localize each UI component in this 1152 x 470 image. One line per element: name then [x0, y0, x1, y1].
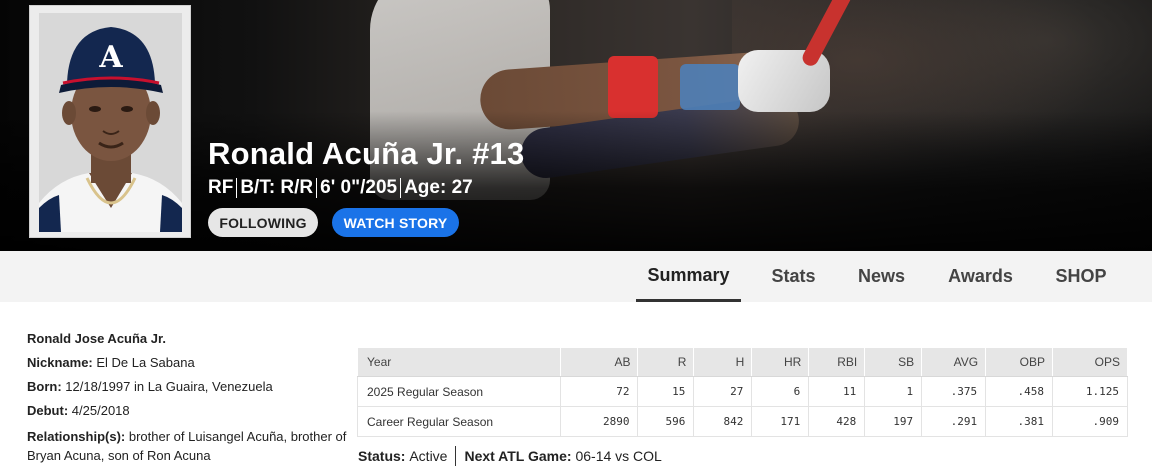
- table-header-row: Year AB R H HR RBI SB AVG OBP OPS: [357, 347, 1128, 377]
- player-nav-tabs: Summary Stats News Awards SHOP: [0, 251, 1152, 302]
- column-header-r: R: [637, 347, 695, 377]
- stats-summary-table: Year AB R H HR RBI SB AVG OBP OPS 2025 R…: [357, 347, 1128, 437]
- bio-divider: [400, 178, 402, 198]
- cell-sb: 197: [864, 406, 923, 437]
- cap-logo-letter: A: [98, 40, 123, 75]
- column-header-sb: SB: [864, 347, 923, 377]
- cell-rbi: 428: [808, 406, 866, 437]
- info-relationships: Relationship(s): brother of Luisangel Ac…: [27, 429, 347, 463]
- player-position: RF: [208, 177, 234, 198]
- cell-h: 27: [693, 376, 753, 407]
- player-personal-info: Ronald Jose Acuña Jr. Nickname: El De La…: [27, 331, 347, 465]
- player-hero-banner: A Ronald Acuña Jr. #13 RF B/T: R/R 6' 0"…: [0, 0, 1152, 251]
- cell-ab: 72: [559, 376, 639, 407]
- following-button[interactable]: FOLLOWING: [208, 208, 318, 237]
- player-height-weight: 6' 0"/205: [320, 177, 398, 198]
- column-header-obp: OBP: [985, 347, 1054, 377]
- tab-shop[interactable]: SHOP: [1046, 251, 1116, 302]
- info-nickname: Nickname: El De La Sabana: [27, 355, 195, 370]
- cell-ops: .909: [1052, 406, 1128, 437]
- status-divider: [455, 446, 457, 466]
- column-header-ab: AB: [559, 347, 639, 377]
- column-header-ops: OPS: [1052, 347, 1128, 377]
- bio-divider: [316, 178, 318, 198]
- cell-avg: .375: [921, 376, 987, 407]
- player-headshot-image: A: [39, 13, 182, 232]
- cell-r: 596: [637, 406, 695, 437]
- tab-news[interactable]: News: [848, 251, 915, 302]
- cell-hr: 171: [751, 406, 810, 437]
- cell-ab: 2890: [559, 406, 639, 437]
- info-born: Born: 12/18/1997 in La Guaira, Venezuela: [27, 379, 273, 394]
- cell-rbi: 11: [808, 376, 866, 407]
- player-headshot: A: [39, 13, 182, 232]
- column-header-hr: HR: [751, 347, 810, 377]
- cell-avg: .291: [921, 406, 987, 437]
- info-full-name: Ronald Jose Acuña Jr.: [27, 331, 166, 346]
- status-label: Status:: [358, 448, 406, 464]
- player-name: Ronald Acuña Jr. #13: [208, 136, 525, 171]
- cell-season: 2025 Regular Season: [357, 376, 561, 407]
- table-row: Career Regular Season 2890 596 842 171 4…: [357, 406, 1128, 437]
- cell-ops: 1.125: [1052, 376, 1128, 407]
- player-status-line: Status: Active Next ATL Game: 06-14 vs C…: [358, 446, 662, 466]
- column-header-year: Year: [357, 347, 561, 377]
- cell-obp: .458: [985, 376, 1054, 407]
- cell-season: Career Regular Season: [357, 406, 561, 437]
- tab-summary[interactable]: Summary: [636, 251, 741, 302]
- next-game-value[interactable]: 06-14 vs COL: [575, 448, 661, 464]
- column-header-rbi: RBI: [808, 347, 866, 377]
- hero-wristband: [608, 56, 658, 118]
- bio-divider: [236, 178, 238, 198]
- tab-awards[interactable]: Awards: [938, 251, 1023, 302]
- player-age: Age: 27: [404, 177, 473, 198]
- cell-h: 842: [693, 406, 753, 437]
- player-bio-line: RF B/T: R/R 6' 0"/205 Age: 27: [208, 177, 473, 199]
- tab-stats[interactable]: Stats: [760, 251, 827, 302]
- next-game-label: Next ATL Game:: [464, 448, 572, 464]
- column-header-avg: AVG: [921, 347, 987, 377]
- cell-r: 15: [637, 376, 695, 407]
- column-header-h: H: [693, 347, 753, 377]
- watch-story-button[interactable]: WATCH STORY: [332, 208, 459, 237]
- info-debut: Debut: 4/25/2018: [27, 403, 130, 418]
- player-headshot-frame: A: [29, 5, 191, 238]
- hero-sleeve: [680, 64, 740, 110]
- status-value: Active: [409, 448, 448, 464]
- cell-sb: 1: [864, 376, 923, 407]
- player-bats-throws: B/T: R/R: [240, 177, 314, 198]
- table-row: 2025 Regular Season 72 15 27 6 11 1 .375…: [357, 376, 1128, 407]
- cell-obp: .381: [985, 406, 1054, 437]
- cell-hr: 6: [751, 376, 810, 407]
